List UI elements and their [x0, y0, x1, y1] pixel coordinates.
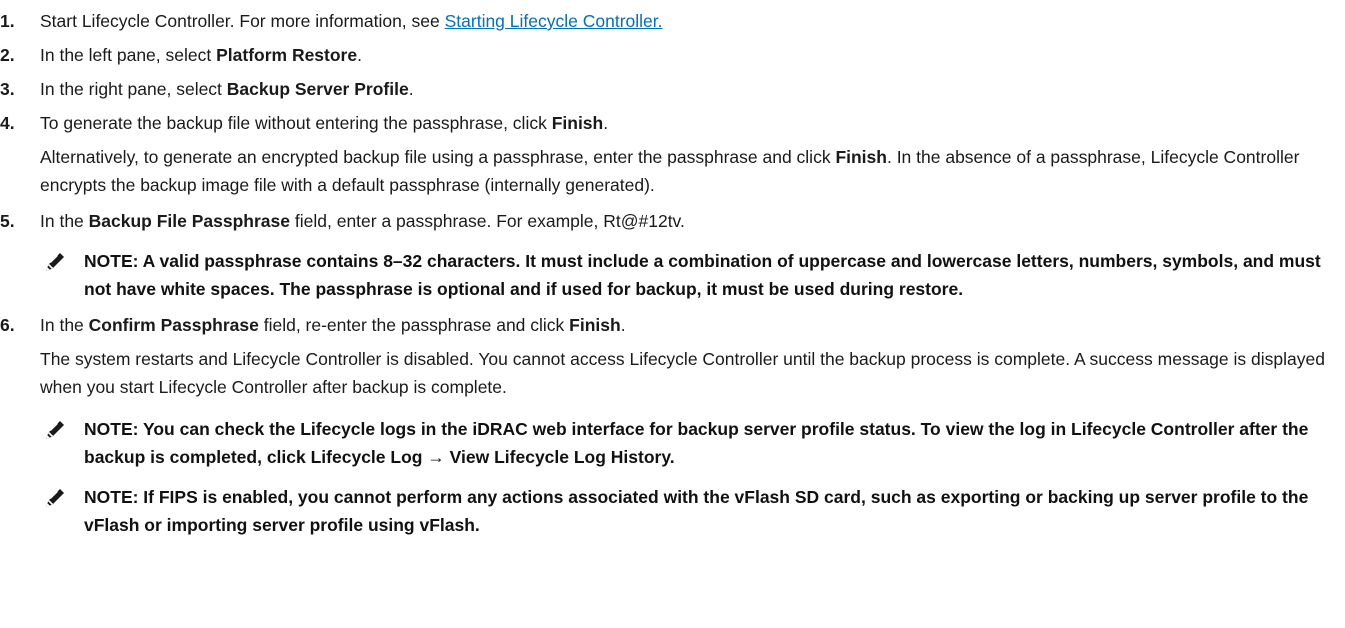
paragraph-text: Alternatively, to generate an encrypted … [40, 147, 836, 167]
step-text-plain: In the [40, 315, 89, 335]
step-text-plain: To generate the backup file without ente… [40, 113, 552, 133]
ui-term-finish: Finish [569, 315, 621, 335]
step-text-plain: Start Lifecycle Controller. For more inf… [40, 11, 445, 31]
step-text-plain: . [408, 79, 414, 99]
note-text: NOTE: You can check the Lifecycle logs i… [84, 419, 1309, 467]
step-number: 6. [0, 315, 15, 335]
ui-term-platform-restore: Platform Restore [216, 45, 358, 65]
step-4-paragraph: Alternatively, to generate an encrypted … [40, 143, 1325, 199]
step-text: In the Backup File Passphrase field, ent… [40, 207, 1325, 235]
step-text: In the left pane, select Platform Restor… [40, 41, 1325, 69]
note-fips: NOTE: If FIPS is enabled, you cannot per… [40, 483, 1325, 539]
note-pencil-icon [40, 483, 84, 539]
step-text-plain: . [357, 45, 362, 65]
step-number: 4. [0, 113, 15, 133]
ui-term-finish: Finish [551, 113, 604, 133]
step-number: 5. [0, 211, 15, 231]
step-text-plain: . [603, 113, 609, 133]
ui-term-confirm-passphrase: Confirm Passphrase [88, 315, 259, 335]
step-text: To generate the backup file without ente… [40, 109, 1325, 137]
step-5: 5. In the Backup File Passphrase field, … [0, 207, 1325, 235]
note-text: NOTE: If FIPS is enabled, you cannot per… [84, 487, 1309, 535]
step-text-plain: In the [40, 211, 89, 231]
starting-lifecycle-controller-link[interactable]: Starting Lifecycle Controller. [445, 11, 663, 31]
ui-term-finish: Finish [835, 147, 887, 167]
step-4: 4. To generate the backup file without e… [0, 109, 1325, 137]
step-text: In the Confirm Passphrase field, re-ente… [40, 311, 1325, 339]
step-text-plain: . [620, 315, 626, 335]
step-text-plain: . [680, 211, 685, 231]
step-text-plain: In the left pane, select [40, 45, 217, 65]
step-6-paragraph: The system restarts and Lifecycle Contro… [40, 349, 1325, 397]
step-number: 2. [0, 45, 15, 65]
step-1: 1. Start Lifecycle Controller. For more … [0, 7, 1325, 35]
step-text-plain: In the right pane, select [40, 79, 227, 99]
ui-term-backup-server-profile: Backup Server Profile [226, 79, 409, 99]
note-passphrase: NOTE: A valid passphrase contains 8–32 c… [40, 247, 1325, 303]
note-text: NOTE: A valid passphrase contains 8–32 c… [84, 251, 1321, 299]
step-6: 6. In the Confirm Passphrase field, re-e… [0, 311, 1325, 339]
step-text-plain: field, re-enter the passphrase and click [258, 315, 570, 335]
note-pencil-icon [40, 247, 84, 303]
step-text: Start Lifecycle Controller. For more inf… [40, 7, 1325, 35]
step-text-plain: field, enter a passphrase. For example, [290, 211, 604, 231]
step-2: 2. In the left pane, select Platform Res… [0, 41, 1325, 69]
step-text: In the right pane, select Backup Server … [40, 75, 1325, 103]
step-number: 1. [0, 11, 15, 31]
ui-term-backup-file-passphrase: Backup File Passphrase [88, 211, 291, 231]
example-passphrase: Rt@#12tv [603, 211, 681, 231]
note-pencil-icon [40, 415, 84, 471]
step-3: 3. In the right pane, select Backup Serv… [0, 75, 1325, 103]
step-number: 3. [0, 79, 15, 99]
note-lifecycle-logs: NOTE: You can check the Lifecycle logs i… [40, 415, 1325, 471]
document-body: 1. Start Lifecycle Controller. For more … [0, 0, 1345, 539]
